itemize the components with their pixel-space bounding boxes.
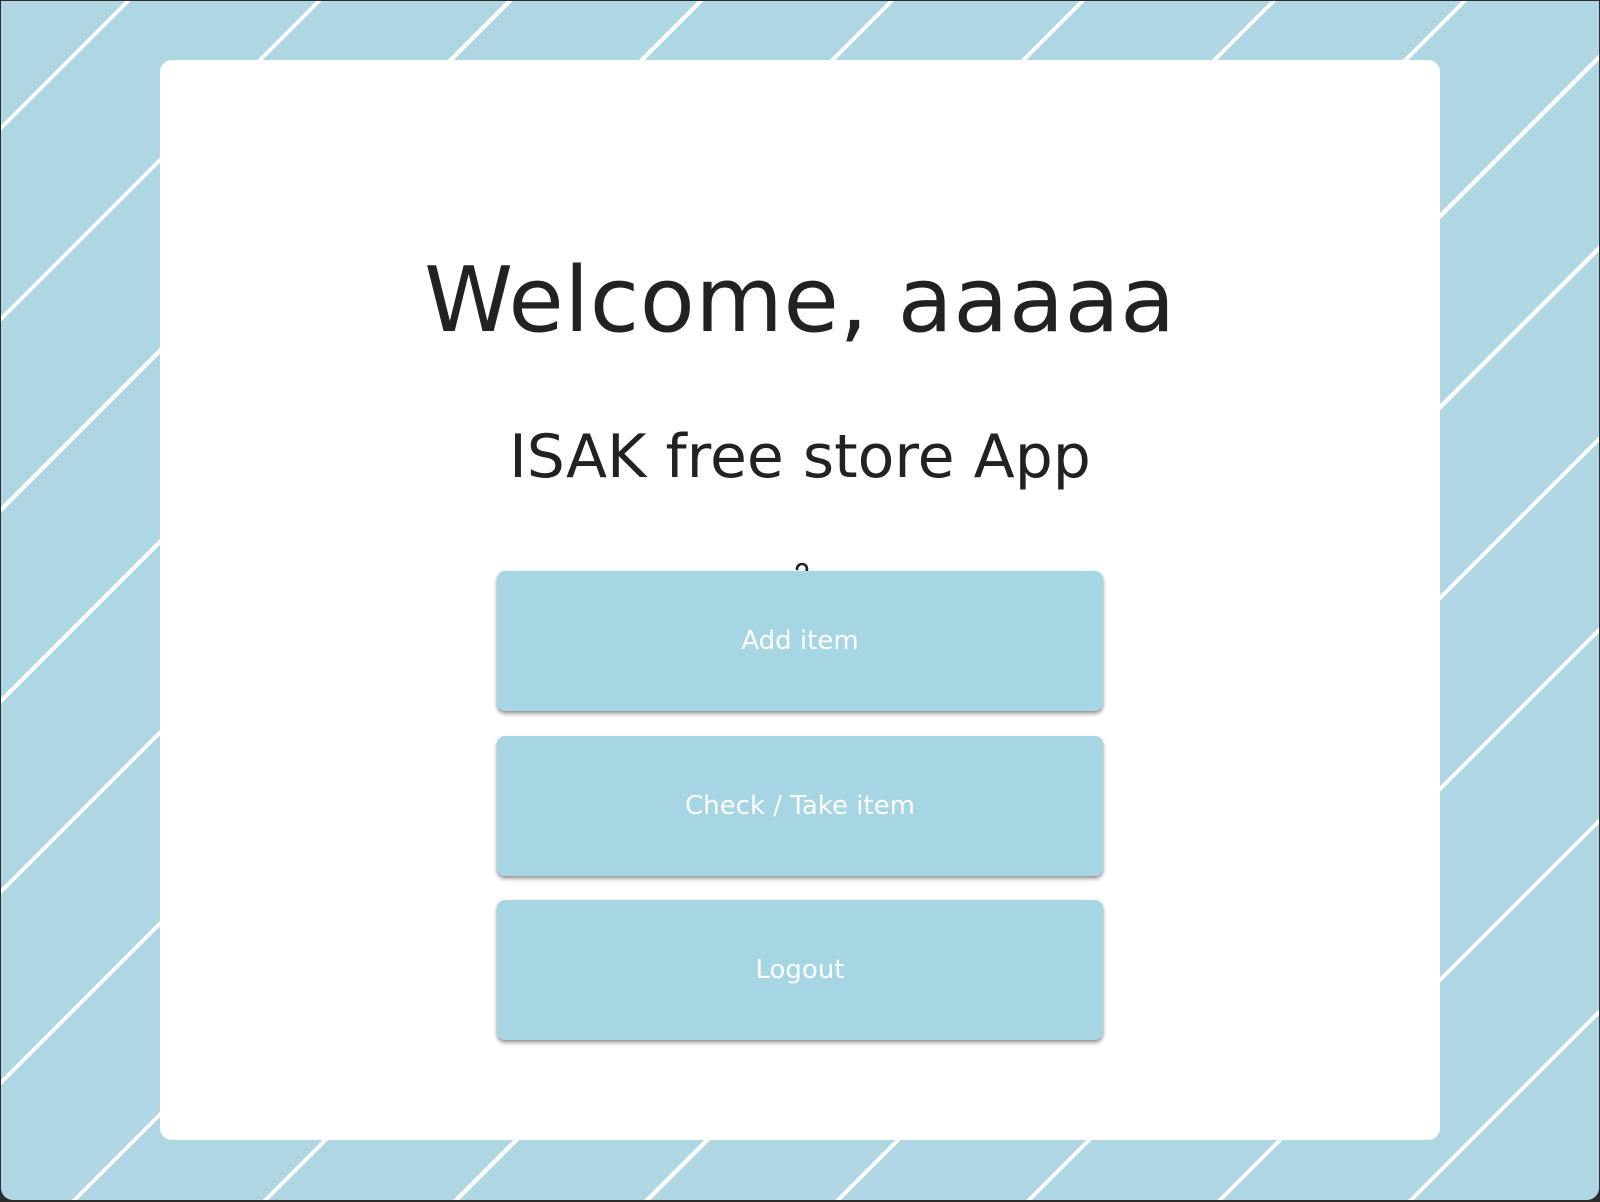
app-title: ISAK free store App [509,422,1091,492]
welcome-heading: Welcome, aaaaa [424,248,1176,353]
check-take-item-button[interactable]: Check / Take item [497,736,1103,876]
logout-button[interactable]: Logout [497,900,1103,1040]
app-background: Welcome, aaaaa ISAK free store App Add i… [1,1,1599,1200]
home-card: Welcome, aaaaa ISAK free store App Add i… [160,60,1440,1140]
add-item-button[interactable]: Add item [497,571,1103,711]
